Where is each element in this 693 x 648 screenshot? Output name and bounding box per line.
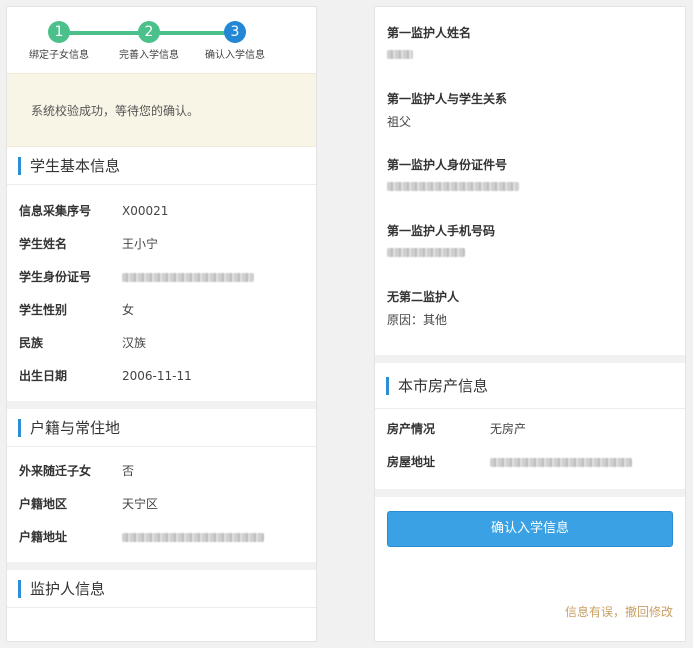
row-value: 2006-11-11 <box>122 369 192 383</box>
property-row-status: 房产情况 无房产 <box>375 413 685 446</box>
item-label: 第一监护人身份证件号 <box>387 158 508 172</box>
household-row-migrant: 外来随迁子女 否 <box>7 455 316 488</box>
step-2-label: 完善入学信息 <box>119 50 179 61</box>
right-panel: 第一监护人姓名 第一监护人与学生关系 祖父 第一监护人身份证件号 第一监护人手机… <box>374 6 686 642</box>
step-2: 2 完善入学信息 <box>109 21 189 61</box>
guardian-item-relation: 第一监护人与学生关系 祖父 <box>375 73 685 139</box>
student-section-header: 学生基本信息 <box>7 147 316 185</box>
student-row-ethnicity: 民族 汉族 <box>7 327 316 360</box>
progress-steps: 1 绑定子女信息 2 完善入学信息 3 确认入学信息 <box>7 7 316 73</box>
revoke-edit-link[interactable]: 信息有误，撤回修改 <box>565 603 673 620</box>
redacted-guardian-phone <box>387 245 465 259</box>
student-row-idcard: 学生身份证号 <box>7 261 316 294</box>
household-section-title: 户籍与常住地 <box>30 419 121 437</box>
row-label: 民族 <box>19 336 44 350</box>
item-value: 祖父 <box>387 115 412 129</box>
step-3: 3 确认入学信息 <box>195 21 275 61</box>
guardian-item-second: 无第二监护人 原因：其他 <box>375 271 685 337</box>
section-accent-bar <box>18 580 21 598</box>
section-accent-bar <box>18 419 21 437</box>
row-value: 女 <box>122 303 135 317</box>
property-row-address: 房屋地址 <box>375 446 685 479</box>
guardian-section-title: 监护人信息 <box>30 580 106 598</box>
item-label: 第一监护人与学生关系 <box>387 92 508 106</box>
section-divider <box>7 562 316 570</box>
actions-area: 确认入学信息 信息有误，撤回修改 <box>375 497 685 627</box>
property-section-title: 本市房产信息 <box>398 377 489 395</box>
row-value: 汉族 <box>122 336 147 350</box>
row-label: 房产情况 <box>387 422 436 436</box>
step-2-number: 2 <box>138 21 160 43</box>
guardian-item-phone: 第一监护人手机号码 <box>375 205 685 271</box>
row-label: 学生身份证号 <box>19 270 92 284</box>
row-value: 王小宁 <box>122 237 159 251</box>
item-label: 无第二监护人 <box>387 290 460 304</box>
row-label: 户籍地址 <box>19 530 68 544</box>
section-divider <box>375 489 685 497</box>
validation-notice: 系统校验成功，等待您的确认。 <box>7 73 316 147</box>
guardian-item-name: 第一监护人姓名 <box>375 7 685 73</box>
student-row-name: 学生姓名 王小宁 <box>7 228 316 261</box>
section-divider <box>375 355 685 363</box>
student-row-seq: 信息采集序号 X00021 <box>7 195 316 228</box>
redacted-guardian-id <box>387 179 519 193</box>
redacted-id-number <box>122 261 254 294</box>
household-row-address: 户籍地址 <box>7 521 316 554</box>
household-row-region: 户籍地区 天宁区 <box>7 488 316 521</box>
property-section-header: 本市房产信息 <box>375 363 685 409</box>
row-label: 信息采集序号 <box>19 204 92 218</box>
step-3-label: 确认入学信息 <box>205 50 265 61</box>
left-panel: 1 绑定子女信息 2 完善入学信息 3 确认入学信息 系统校验成功，等待您的确认… <box>6 6 317 642</box>
student-section-title: 学生基本信息 <box>30 157 121 175</box>
row-label: 学生姓名 <box>19 237 68 251</box>
step-1: 1 绑定子女信息 <box>19 21 99 61</box>
step-3-number: 3 <box>224 21 246 43</box>
guardian-section-header: 监护人信息 <box>7 570 316 608</box>
row-value: 天宁区 <box>122 497 159 511</box>
row-value: 否 <box>122 464 135 478</box>
student-row-gender: 学生性别 女 <box>7 294 316 327</box>
section-divider <box>7 401 316 409</box>
step-1-label: 绑定子女信息 <box>29 50 89 61</box>
row-label: 户籍地区 <box>19 497 68 511</box>
item-label: 第一监护人手机号码 <box>387 224 496 238</box>
redacted-address <box>122 521 264 554</box>
row-label: 外来随迁子女 <box>19 464 92 478</box>
item-value: 原因：其他 <box>387 313 448 327</box>
item-label: 第一监护人姓名 <box>387 26 472 40</box>
confirm-enrollment-button[interactable]: 确认入学信息 <box>387 511 673 547</box>
section-accent-bar <box>18 157 21 175</box>
row-label: 房屋地址 <box>387 455 436 469</box>
guardian-item-idcard: 第一监护人身份证件号 <box>375 139 685 205</box>
student-row-birthdate: 出生日期 2006-11-11 <box>7 360 316 393</box>
redacted-guardian-name <box>387 47 413 61</box>
row-value: X00021 <box>122 204 169 218</box>
household-section-header: 户籍与常住地 <box>7 409 316 447</box>
section-accent-bar <box>386 377 389 395</box>
row-label: 学生性别 <box>19 303 68 317</box>
redacted-property-address <box>490 446 632 479</box>
step-1-number: 1 <box>48 21 70 43</box>
row-value: 无房产 <box>490 422 527 436</box>
row-label: 出生日期 <box>19 369 68 383</box>
